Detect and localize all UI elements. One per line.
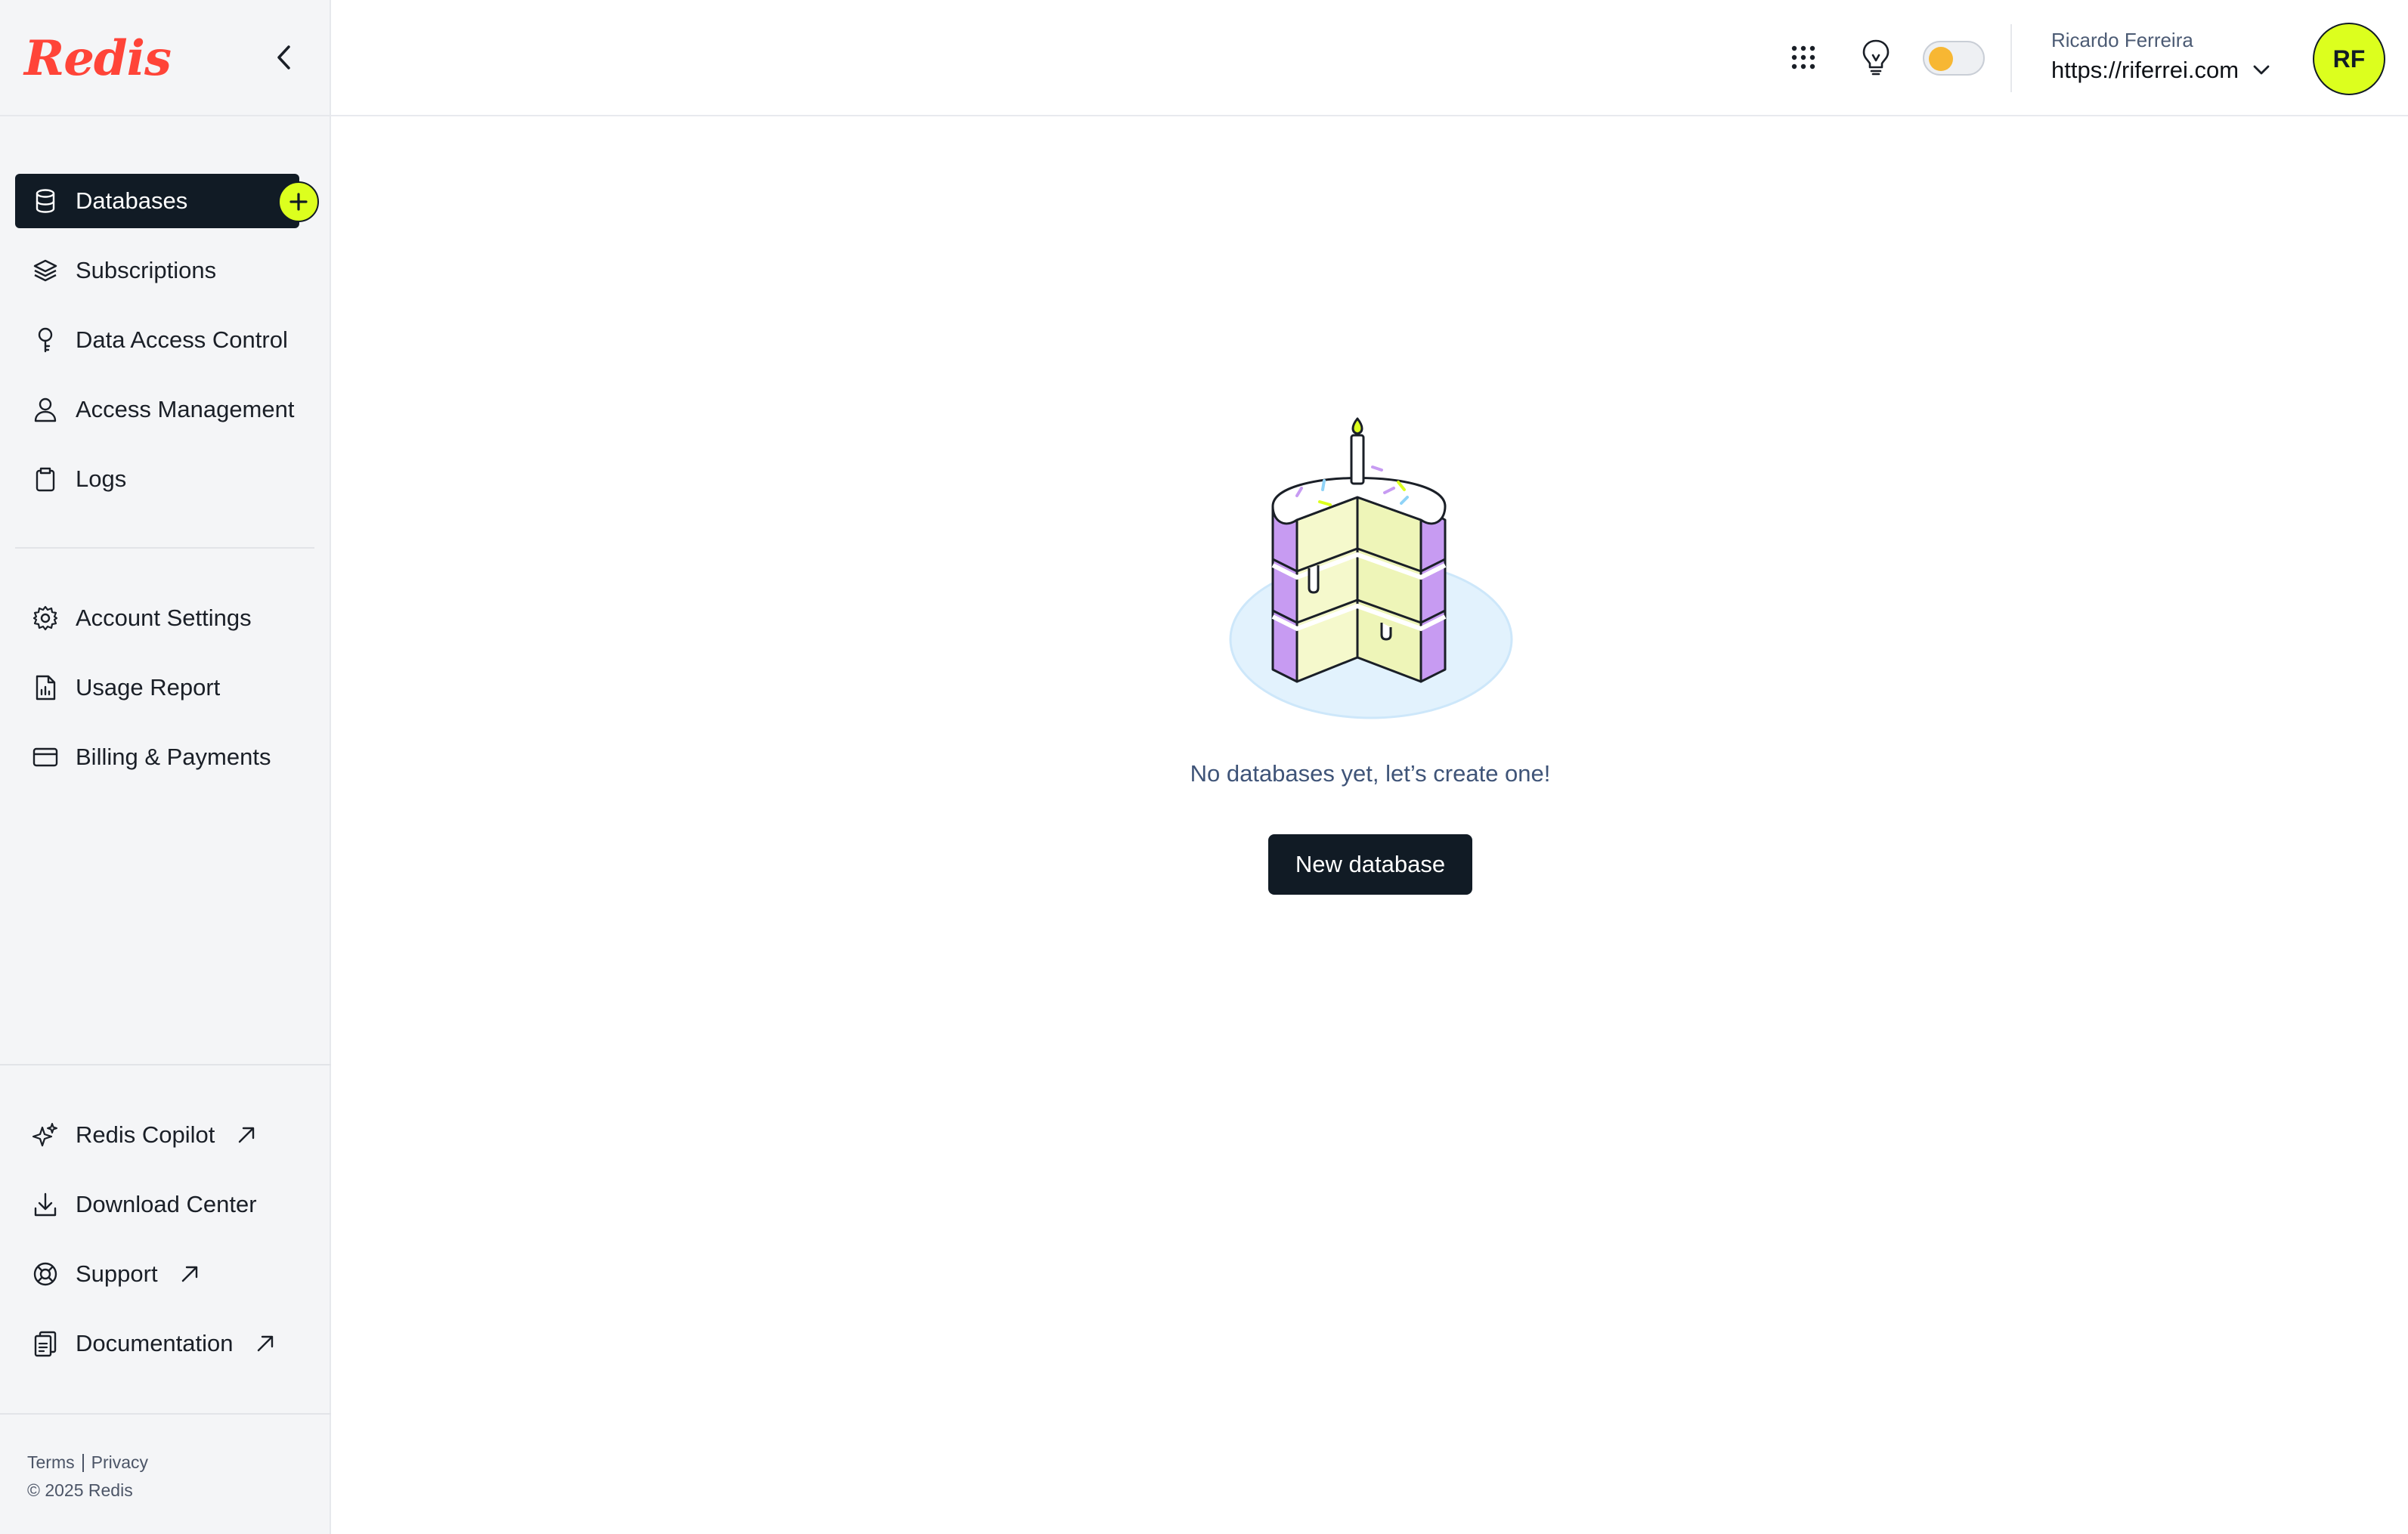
- sidebar-divider: [0, 1064, 331, 1065]
- chevron-down-icon: [2253, 65, 2270, 75]
- sidebar-item-label: Databases: [76, 187, 188, 214]
- user-name: Ricardo Ferreira: [2051, 29, 2193, 51]
- external-link-icon: [236, 1124, 257, 1146]
- sidebar-item-usage-report[interactable]: Usage Report: [15, 660, 299, 715]
- copyright-text: © 2025 Redis: [27, 1480, 133, 1500]
- header-divider: [2010, 24, 2012, 92]
- sidebar-item-label: Access Management: [76, 396, 295, 422]
- avatar[interactable]: RF: [2313, 23, 2385, 95]
- external-link-icon: [255, 1333, 276, 1354]
- sidebar-item-account-settings[interactable]: Account Settings: [15, 591, 299, 645]
- privacy-link[interactable]: Privacy: [91, 1452, 148, 1473]
- sidebar-item-label: Subscriptions: [76, 257, 217, 283]
- database-icon: [32, 187, 59, 215]
- account-url: https://riferrei.com: [2051, 57, 2239, 83]
- new-database-button[interactable]: New database: [1268, 834, 1472, 895]
- footer-separator: [82, 1453, 84, 1472]
- sidebar-divider: [0, 115, 331, 116]
- lightbulb-icon: [1862, 39, 1890, 76]
- collapse-sidebar-button[interactable]: [268, 39, 301, 76]
- sidebar-item-support[interactable]: Support: [15, 1247, 299, 1301]
- sidebar: Redis Databases Subscriptions Data Acces…: [0, 0, 331, 1534]
- sidebar-item-redis-copilot[interactable]: Redis Copilot: [15, 1108, 299, 1162]
- sidebar-item-databases[interactable]: Databases: [15, 174, 299, 228]
- download-icon: [32, 1191, 59, 1218]
- sidebar-item-data-access-control[interactable]: Data Access Control: [15, 313, 299, 367]
- redis-logo[interactable]: Redis: [24, 30, 172, 87]
- sidebar-item-label: Redis Copilot: [76, 1121, 215, 1148]
- sidebar-item-label: Billing & Payments: [76, 744, 271, 770]
- sun-icon: [1929, 47, 1953, 71]
- sidebar-item-billing-payments[interactable]: Billing & Payments: [15, 730, 299, 784]
- account-switcher[interactable]: Ricardo Ferreira https://riferrei.com: [2051, 29, 2270, 84]
- sidebar-item-label: Support: [76, 1260, 158, 1287]
- terms-link[interactable]: Terms: [27, 1452, 75, 1473]
- sidebar-divider: [15, 547, 314, 549]
- report-icon: [32, 674, 59, 701]
- sidebar-item-label: Account Settings: [76, 605, 252, 631]
- sidebar-item-subscriptions[interactable]: Subscriptions: [15, 243, 299, 298]
- apps-grid-button[interactable]: [1781, 35, 1826, 80]
- sidebar-item-logs[interactable]: Logs: [15, 452, 299, 506]
- chevron-left-icon: [277, 45, 290, 70]
- sidebar-item-label: Data Access Control: [76, 326, 288, 353]
- legal-footer: Terms Privacy © 2025 Redis: [27, 1452, 148, 1501]
- theme-toggle[interactable]: [1923, 41, 1985, 76]
- sidebar-item-label: Usage Report: [76, 674, 221, 701]
- add-database-button[interactable]: [278, 181, 319, 222]
- sidebar-item-download-center[interactable]: Download Center: [15, 1177, 299, 1232]
- plus-icon: [289, 193, 308, 211]
- sparkle-icon: [32, 1121, 59, 1149]
- lifebuoy-icon: [32, 1260, 59, 1288]
- empty-state-message: No databases yet, let’s create one!: [1190, 760, 1551, 787]
- apps-grid-icon: [1791, 45, 1815, 70]
- clipboard-icon: [32, 465, 59, 493]
- top-header: Ricardo Ferreira https://riferrei.com RF: [331, 0, 2408, 116]
- key-icon: [32, 326, 59, 354]
- sidebar-item-label: Logs: [76, 465, 127, 492]
- external-link-icon: [179, 1263, 200, 1285]
- credit-card-icon: [32, 744, 59, 771]
- sidebar-item-documentation[interactable]: Documentation: [15, 1316, 299, 1371]
- sidebar-divider: [0, 1413, 331, 1415]
- birthday-cake-illustration: [1229, 417, 1513, 719]
- sidebar-item-access-management[interactable]: Access Management: [15, 382, 299, 437]
- gear-icon: [32, 605, 59, 632]
- user-icon: [32, 396, 59, 423]
- sidebar-item-label: Documentation: [76, 1330, 234, 1356]
- layers-icon: [32, 257, 59, 284]
- tips-button[interactable]: [1853, 35, 1899, 80]
- document-icon: [32, 1330, 59, 1357]
- sidebar-item-label: Download Center: [76, 1191, 257, 1217]
